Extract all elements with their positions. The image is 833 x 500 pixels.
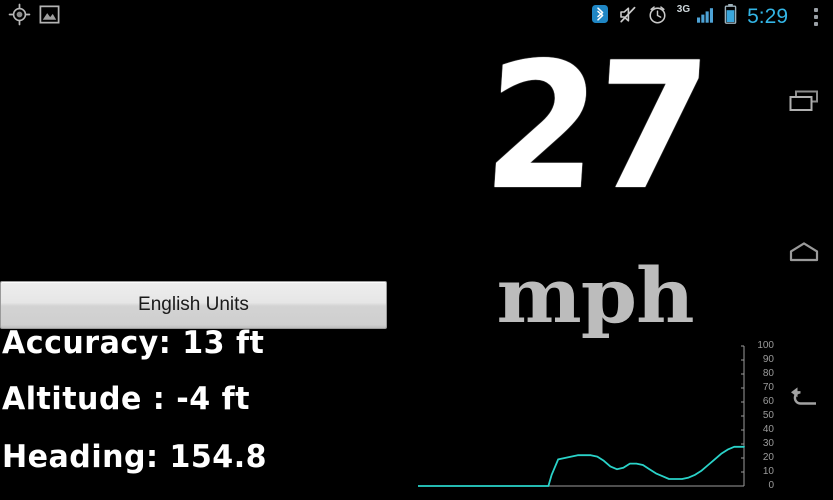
chart-y-tick-label: 60 (762, 396, 774, 407)
chart-y-tick-label: 100 (757, 340, 774, 351)
recent-apps-icon (787, 88, 821, 123)
units-toggle-button[interactable]: English Units (0, 281, 387, 329)
heading-readout: Heading: 154.8 (2, 439, 268, 475)
chart-y-tick-label: 70 (762, 382, 774, 393)
status-bar-left-icons (8, 0, 61, 33)
battery-icon (724, 3, 737, 30)
chart-canvas (418, 345, 745, 487)
speed-readout: 27 mph (400, 26, 790, 334)
chart-y-tick-label: 80 (762, 368, 774, 379)
units-toggle-label: English Units (138, 294, 249, 315)
speed-value: 27 (478, 26, 712, 229)
back-icon (786, 383, 822, 418)
accuracy-readout: Accuracy: 13 ft (2, 325, 265, 361)
speed-history-chart: 100 90 80 70 60 50 40 30 20 10 0 (418, 336, 774, 500)
chart-y-tick-label: 40 (762, 424, 774, 435)
chart-y-tick-label: 90 (762, 354, 774, 365)
chart-y-tick-label: 30 (762, 438, 774, 449)
chart-y-tick-label: 20 (762, 452, 774, 463)
status-bar-clock: 5:29 (747, 5, 788, 28)
overflow-menu-icon[interactable] (807, 0, 825, 33)
home-button[interactable] (775, 220, 833, 290)
chart-y-tick-label: 10 (762, 466, 774, 477)
home-icon (787, 239, 821, 272)
chart-y-tick-label: 0 (768, 480, 774, 491)
back-button[interactable] (775, 365, 833, 435)
recent-apps-button[interactable] (775, 70, 833, 140)
chart-y-tick-label: 50 (762, 410, 774, 421)
altitude-readout: Altitude : -4 ft (2, 381, 251, 417)
speed-unit-label: mph (496, 251, 695, 340)
photo-gallery-icon (38, 3, 61, 31)
network-type-label: 3G (676, 4, 691, 15)
gps-location-icon (8, 3, 31, 31)
